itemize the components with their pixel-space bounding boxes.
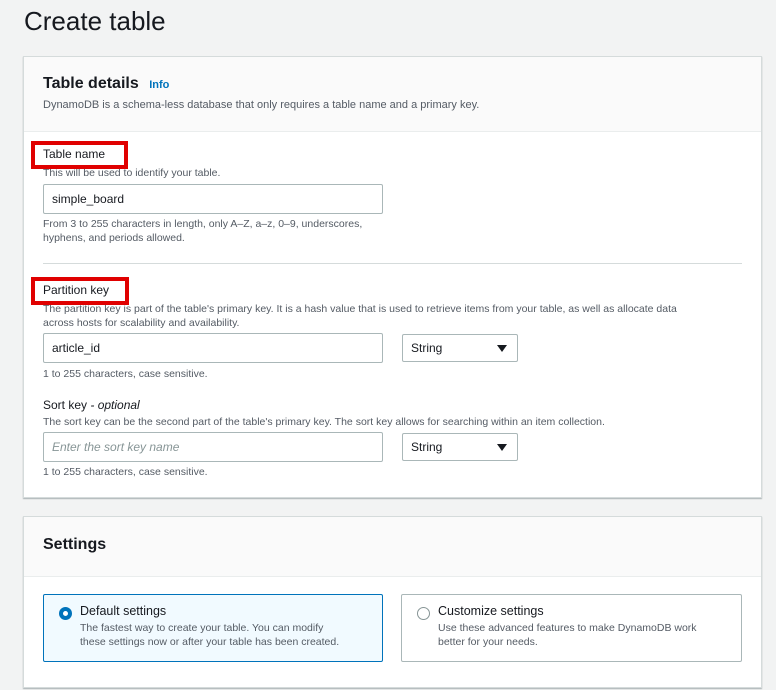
partition-key-type-select[interactable]: String: [402, 334, 518, 362]
sort-key-type-select[interactable]: String: [402, 433, 518, 461]
table-details-title: Table details: [43, 75, 139, 92]
partition-key-label: Partition key: [31, 277, 129, 305]
section-divider: [43, 263, 742, 264]
table-name-input[interactable]: simple_board: [43, 184, 383, 214]
sort-key-input[interactable]: Enter the sort key name: [43, 432, 383, 462]
sort-key-description: The sort key can be the second part of t…: [43, 416, 605, 428]
info-link[interactable]: Info: [149, 79, 169, 91]
radio-unselected-icon[interactable]: [417, 607, 430, 620]
settings-header: Settings: [24, 517, 761, 577]
sort-key-label: Sort key - optional: [43, 398, 140, 412]
caret-down-icon: [497, 345, 507, 352]
default-settings-description: The fastest way to create your table. Yo…: [80, 622, 340, 648]
table-details-header: Table details Info DynamoDB is a schema-…: [24, 57, 761, 132]
customize-settings-title: Customize settings: [438, 604, 544, 618]
default-settings-option[interactable]: Default settings The fastest way to crea…: [43, 594, 383, 662]
customize-settings-option[interactable]: Customize settings Use these advanced fe…: [401, 594, 742, 662]
table-name-hint: From 3 to 255 characters in length, only…: [43, 218, 363, 244]
settings-title: Settings: [43, 536, 107, 553]
settings-panel: Settings Default settings The fastest wa…: [23, 516, 762, 688]
sort-key-hint: 1 to 255 characters, case sensitive.: [43, 466, 208, 478]
table-details-panel: Table details Info DynamoDB is a schema-…: [23, 56, 762, 498]
partition-key-hint: 1 to 255 characters, case sensitive.: [43, 368, 208, 380]
caret-down-icon: [497, 444, 507, 451]
radio-selected-icon[interactable]: [59, 607, 72, 620]
table-details-description: DynamoDB is a schema-less database that …: [43, 99, 480, 111]
partition-key-input[interactable]: article_id: [43, 333, 383, 363]
sort-key-type-value: String: [411, 440, 443, 454]
page-title: Create table: [24, 6, 166, 36]
partition-key-type-value: String: [411, 341, 443, 355]
optional-label: - optional: [90, 398, 140, 412]
table-name-label: Table name: [31, 141, 128, 169]
customize-settings-description: Use these advanced features to make Dyna…: [438, 622, 697, 648]
default-settings-title: Default settings: [80, 604, 167, 618]
partition-key-description: The partition key is part of the table's…: [43, 303, 677, 329]
